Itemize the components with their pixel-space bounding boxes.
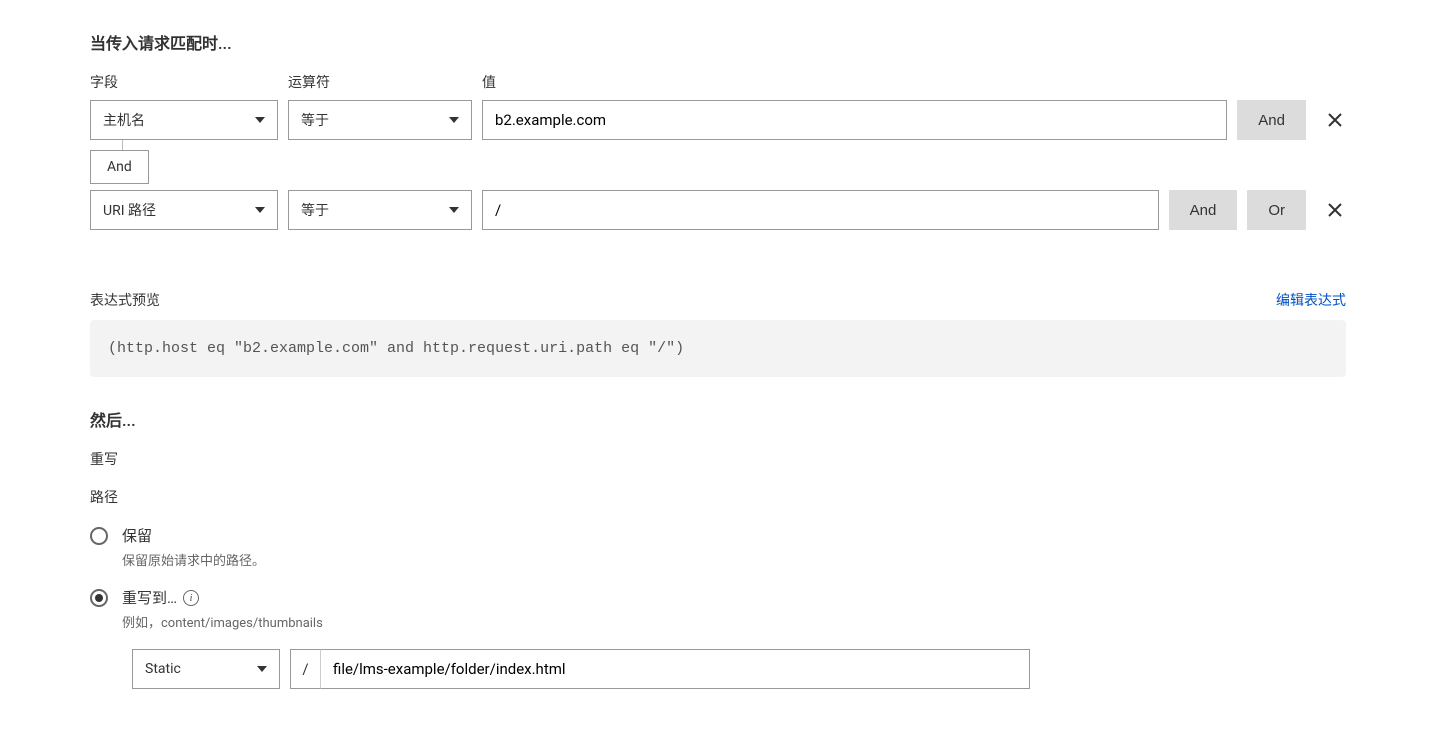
value-input[interactable] [482,190,1159,230]
condition-connector: And [90,140,1346,190]
path-radio-group: 保留 保留原始请求中的路径。 重写到… i 例如，content/images/… [90,525,1346,631]
field-select-value: 主机名 [103,110,145,130]
or-button[interactable]: Or [1247,190,1306,230]
rewrite-path-input[interactable] [320,649,1030,689]
connector-badge: And [90,150,149,184]
rewrite-type-select[interactable]: Static [132,649,280,689]
remove-condition-button[interactable] [1324,109,1346,131]
radio-button[interactable] [90,589,108,607]
radio-preserve-title: 保留 [122,525,265,546]
operator-select[interactable]: 等于 [288,100,472,140]
chevron-down-icon [255,117,265,123]
and-button[interactable]: And [1169,190,1238,230]
edit-expression-link[interactable]: 编辑表达式 [1276,290,1346,310]
radio-rewrite-title: 重写到… [122,587,177,608]
chevron-down-icon [449,207,459,213]
label-value: 值 [482,72,496,92]
info-icon[interactable]: i [183,590,199,606]
radio-button[interactable] [90,527,108,545]
condition-row: URI 路径 等于 And Or [90,190,1346,230]
condition-row: 主机名 等于 And [90,100,1346,140]
rewrite-input-row: Static / [132,649,1346,689]
field-select-value: URI 路径 [103,200,156,220]
radio-selected-dot [95,594,103,602]
slash-prefix: / [290,649,320,689]
operator-select-value: 等于 [301,200,329,220]
close-icon [1326,201,1344,219]
radio-rewrite-sub: 例如，content/images/thumbnails [122,612,323,631]
label-operator: 运算符 [288,72,472,92]
operator-select[interactable]: 等于 [288,190,472,230]
radio-rewrite[interactable]: 重写到… i 例如，content/images/thumbnails [90,587,1346,631]
operator-select-value: 等于 [301,110,329,130]
chevron-down-icon [255,207,265,213]
value-input[interactable] [482,100,1227,140]
label-field: 字段 [90,72,278,92]
radio-preserve-sub: 保留原始请求中的路径。 [122,550,265,569]
rewrite-label: 重写 [90,449,1346,469]
field-select[interactable]: URI 路径 [90,190,278,230]
chevron-down-icon [449,117,459,123]
chevron-down-icon [257,666,267,672]
then-section-title: 然后... [90,407,1346,431]
radio-preserve[interactable]: 保留 保留原始请求中的路径。 [90,525,1346,569]
close-icon [1326,111,1344,129]
path-label: 路径 [90,487,1346,507]
remove-condition-button[interactable] [1324,199,1346,221]
preview-label: 表达式预览 [90,290,160,310]
preview-header: 表达式预览 编辑表达式 [90,290,1346,310]
rewrite-type-value: Static [145,661,181,677]
rewrite-path-wrap: / [290,649,1030,689]
and-button[interactable]: And [1237,100,1306,140]
field-select[interactable]: 主机名 [90,100,278,140]
condition-labels: 字段 运算符 值 [90,72,1346,92]
match-section-title: 当传入请求匹配时... [90,30,1346,54]
expression-preview: (http.host eq "b2.example.com" and http.… [90,320,1346,377]
